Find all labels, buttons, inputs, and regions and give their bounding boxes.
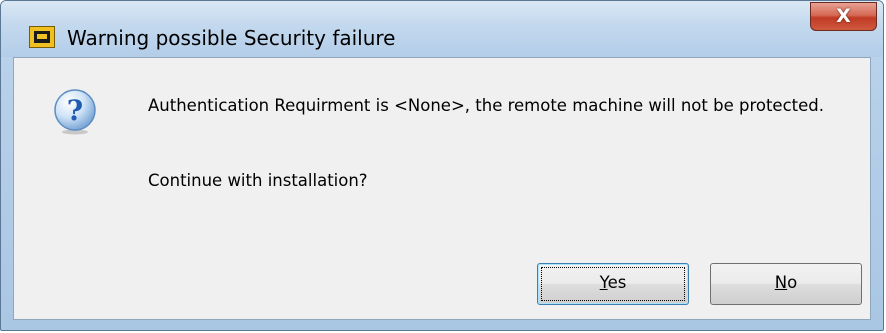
yes-button-label: Yes [600,273,627,292]
svg-text:?: ? [67,94,83,127]
question-icon: ? [54,89,96,135]
no-button-label: No [775,273,797,292]
no-button[interactable]: No [710,263,862,305]
title-bar[interactable]: Warning possible Security failure X [1,1,883,57]
yes-button[interactable]: Yes [537,263,689,305]
application-icon[interactable] [29,26,55,48]
window-title: Warning possible Security failure [67,26,396,50]
no-label-rest: o [787,273,798,292]
yes-label-rest: es [607,273,627,292]
dialog-body: ? Authentication Requirment is <None>, t… [13,57,871,320]
close-button[interactable]: X [810,2,877,31]
message-text: Authentication Requirment is <None>, the… [148,96,824,115]
no-mnemonic: N [774,273,788,292]
close-icon: X [836,5,851,27]
yes-mnemonic: Y [599,273,608,292]
question-text: Continue with installation? [148,171,368,190]
dialog-window: Warning possible Security failure X ? Au… [0,0,884,331]
